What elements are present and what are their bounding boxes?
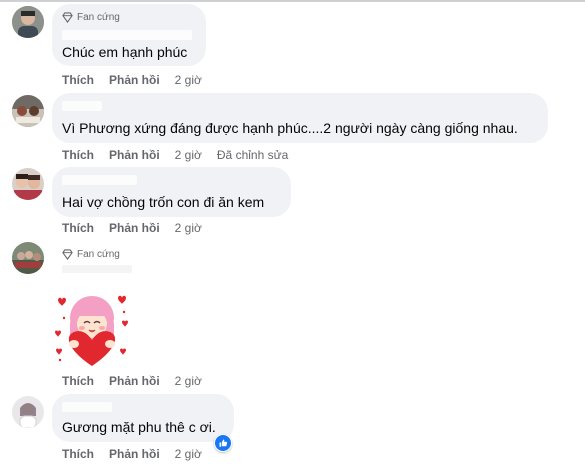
like-link[interactable]: Thích — [62, 221, 94, 235]
like-link[interactable]: Thích — [62, 148, 94, 162]
comment-time[interactable]: 2 giờ — [175, 447, 202, 461]
comment-time[interactable]: 2 giờ — [175, 73, 202, 87]
comment-actions: Thích Phản hồi 2 giờ Đã chỉnh sửa — [62, 148, 288, 162]
avatar-photo — [12, 242, 44, 274]
avatar[interactable] — [12, 242, 44, 274]
author-name[interactable] — [62, 30, 192, 40]
comment-text: Vì Phương xứng đáng được hạnh phúc....2 … — [62, 120, 518, 136]
comment-text: Gương mặt phu thê c ơi. — [62, 419, 216, 435]
comment-time[interactable]: 2 giờ — [175, 148, 202, 162]
avatar[interactable] — [12, 6, 44, 38]
diamond-icon — [62, 249, 73, 260]
reply-link[interactable]: Phản hồi — [109, 148, 160, 162]
badge-label: Fan cứng — [77, 249, 120, 260]
comment-bubble: Vì Phương xứng đáng được hạnh phúc....2 … — [52, 93, 548, 143]
author-name[interactable] — [62, 265, 132, 273]
comment-actions: Thích Phản hồi 2 giờ — [62, 73, 202, 87]
like-link[interactable]: Thích — [62, 73, 94, 87]
heart-hug-sticker[interactable] — [52, 288, 132, 368]
reply-link[interactable]: Phản hồi — [109, 221, 160, 235]
avatar[interactable] — [12, 396, 44, 428]
comment-text: Hai vợ chồng trốn con đi ăn kem — [62, 194, 265, 210]
badge-label: Fan cứng — [77, 12, 120, 23]
edited-label[interactable]: Đã chỉnh sửa — [217, 148, 288, 162]
comment-text: Chúc em hạnh phúc — [62, 44, 188, 60]
avatar-photo — [12, 6, 44, 38]
reply-link[interactable]: Phản hồi — [109, 73, 160, 87]
fan-badge: Fan cứng — [62, 12, 120, 23]
comment-bubble: Fan cứng Chúc em hạnh phúc — [52, 4, 206, 66]
author-name[interactable] — [62, 175, 137, 185]
comment-bubble: Gương mặt phu thê c ơi. — [52, 394, 234, 442]
comment-actions: Thích Phản hồi 2 giờ — [62, 447, 202, 461]
avatar-photo — [12, 168, 44, 200]
avatar[interactable] — [12, 95, 44, 127]
author-name[interactable] — [62, 402, 112, 412]
avatar[interactable] — [12, 168, 44, 200]
comment-time[interactable]: 2 giờ — [175, 374, 202, 388]
comment-bubble: Hai vợ chồng trốn con đi ăn kem — [52, 167, 291, 217]
avatar-photo — [12, 95, 44, 127]
comment-actions: Thích Phản hồi 2 giờ — [62, 374, 202, 388]
thumbs-up-icon — [215, 435, 231, 451]
reply-link[interactable]: Phản hồi — [109, 447, 160, 461]
like-reaction-icon[interactable] — [214, 434, 232, 452]
sticker-image — [55, 295, 128, 366]
fan-badge: Fan cứng — [62, 249, 120, 260]
reply-link[interactable]: Phản hồi — [109, 374, 160, 388]
comment-actions: Thích Phản hồi 2 giờ — [62, 221, 202, 235]
author-name[interactable] — [62, 101, 102, 111]
avatar-photo — [12, 396, 44, 428]
like-link[interactable]: Thích — [62, 374, 94, 388]
like-link[interactable]: Thích — [62, 447, 94, 461]
diamond-icon — [62, 12, 73, 23]
top-divider — [0, 0, 585, 2]
comment-time[interactable]: 2 giờ — [175, 221, 202, 235]
